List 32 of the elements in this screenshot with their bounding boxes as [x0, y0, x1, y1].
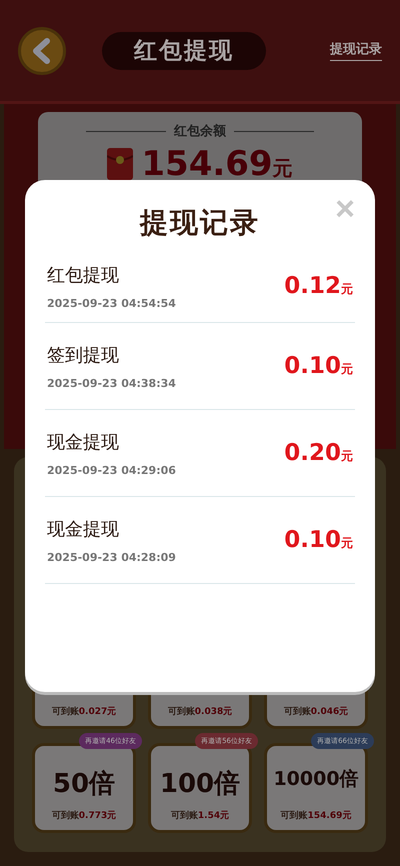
multiplier-value: 100倍 [160, 768, 240, 801]
payout-note: 可到账1.54元 [170, 810, 230, 822]
balance-amount: 154.69元 [141, 144, 293, 184]
record-type: 现金提现 [47, 518, 120, 540]
payout-note: 可到账0.046元 [284, 706, 348, 718]
record-type: 签到提现 [47, 344, 120, 366]
payout-note: 可到账154.69元 [280, 810, 352, 822]
record-time: 2025-09-23 04:29:06 [47, 464, 176, 476]
back-button[interactable] [18, 26, 66, 74]
record-type: 红包提现 [47, 264, 120, 286]
record-amount: 0.12元 [284, 273, 353, 299]
balance-label: 红包余额 [174, 122, 226, 140]
record-type: 现金提现 [47, 430, 120, 454]
payout-note: 可到账0.038元 [168, 706, 232, 718]
record-time: 2025-09-23 04:28:09 [47, 550, 176, 564]
payout-note: 可到账0.773元 [52, 810, 116, 822]
multiplier-value: 10000倍 [273, 767, 359, 792]
record-time: 2025-09-23 04:38:34 [47, 376, 176, 390]
record-amount: 0.10元 [284, 527, 353, 553]
multiplier-card[interactable]: 50倍 可到账0.773元 [32, 743, 136, 833]
page-title: 红包提现 [102, 32, 266, 70]
record-amount: 0.20元 [284, 440, 353, 466]
records-link[interactable]: 提现记录 [330, 40, 382, 61]
multiplier-value: 50倍 [52, 768, 116, 801]
envelope-icon [107, 148, 134, 180]
record-amount: 0.10元 [284, 353, 353, 379]
back-icon [31, 38, 53, 64]
multiplier-card[interactable]: 10000倍 可到账154.69元 [264, 743, 368, 833]
dialog-title: 提现记录 [140, 205, 260, 241]
record-time: 2025-09-23 04:54:54 [47, 296, 176, 310]
multiplier-card[interactable]: 100倍 可到账1.54元 [148, 743, 252, 833]
payout-note: 可到账0.027元 [52, 706, 116, 718]
